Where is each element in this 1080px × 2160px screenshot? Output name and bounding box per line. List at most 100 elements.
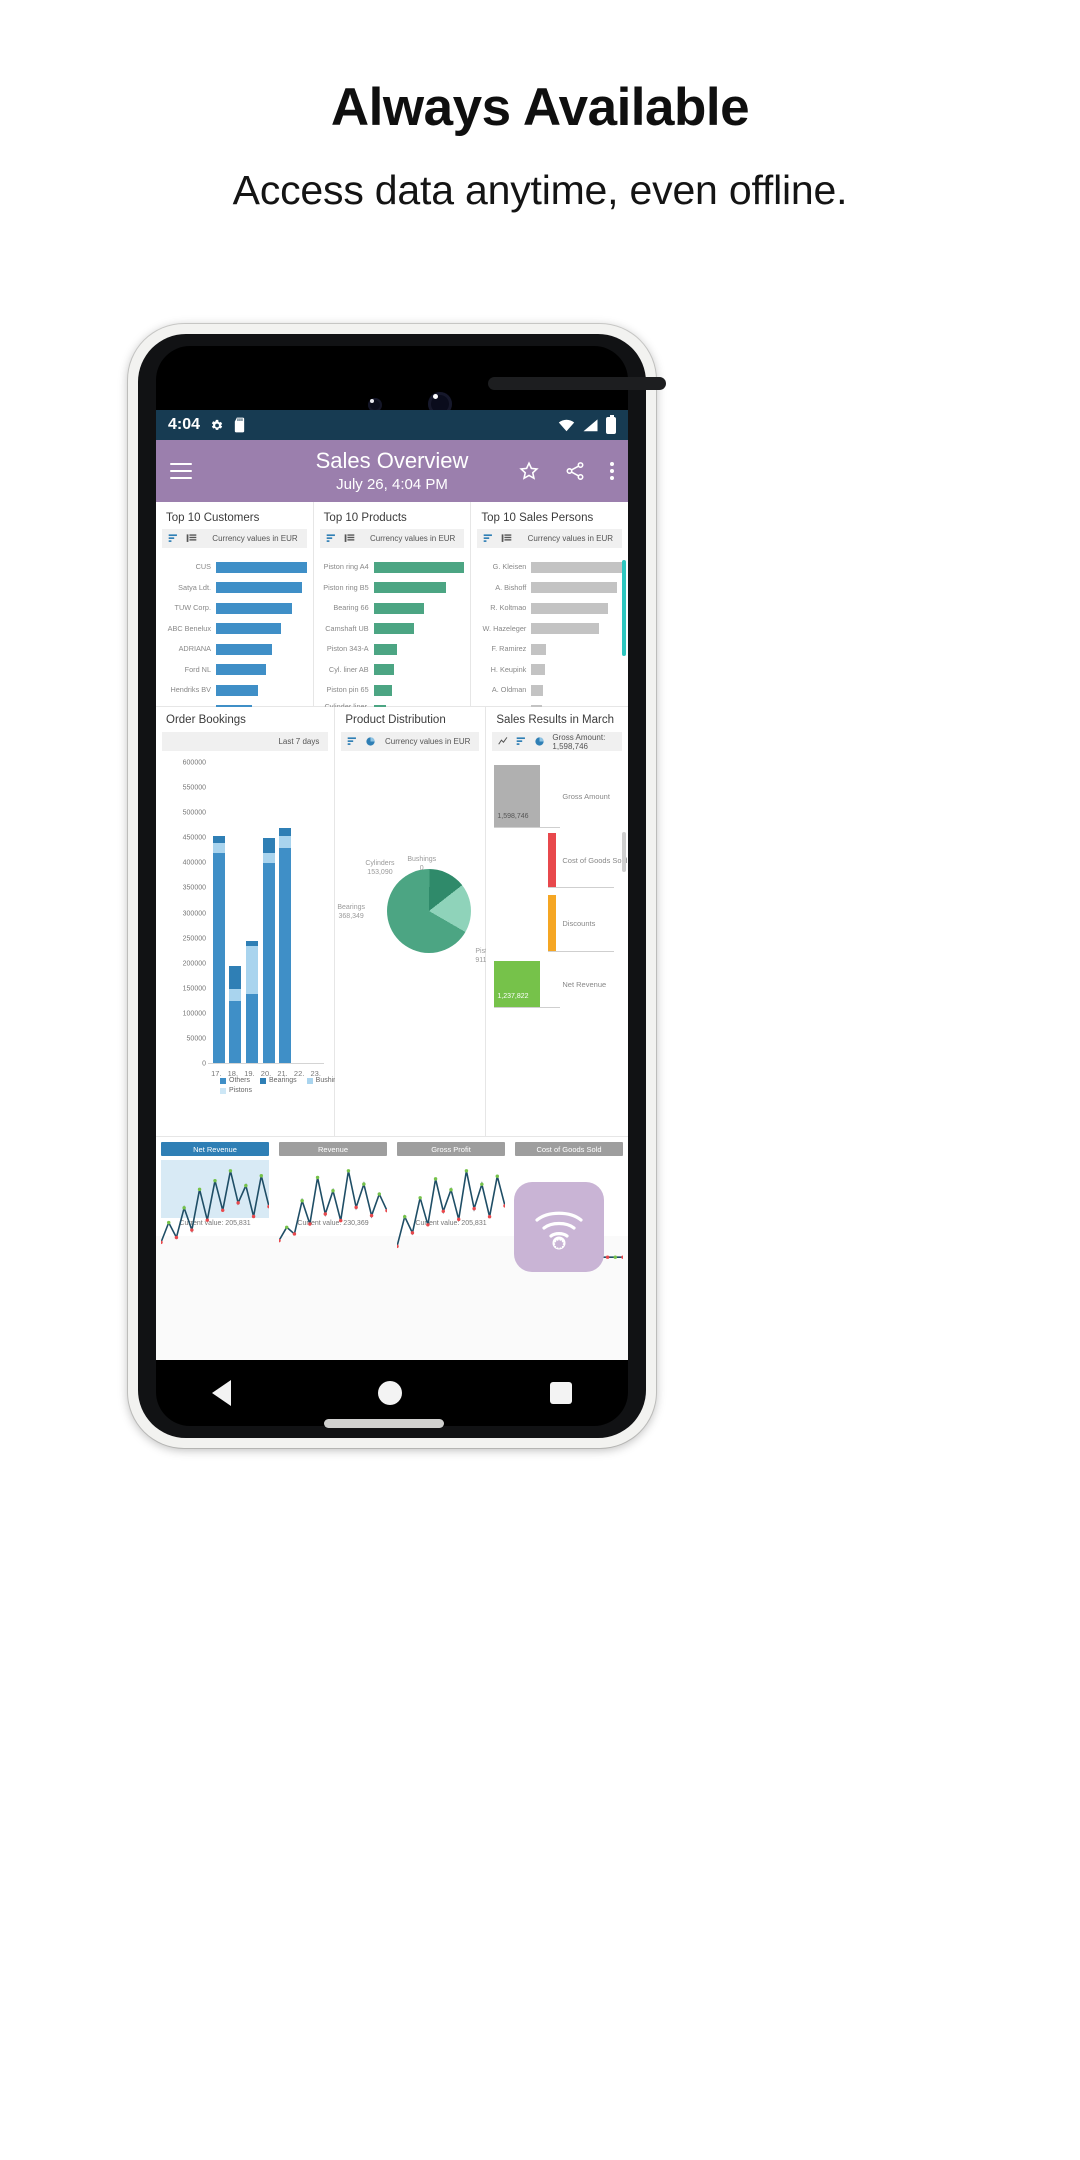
list-item[interactable]: Satya Ldt. — [160, 578, 307, 599]
waterfall-value: 1,237,822 — [497, 993, 529, 1000]
bar-group[interactable] — [229, 966, 242, 1064]
waterfall-label: Cost of Goods Sold — [562, 856, 628, 865]
bar-group[interactable] — [262, 838, 275, 1064]
list-item[interactable]: Bearing 66 — [318, 598, 465, 619]
bar-group[interactable] — [279, 828, 292, 1064]
sort-icon[interactable] — [326, 533, 337, 544]
card-toolbar[interactable]: Currency values in EUR — [319, 529, 465, 548]
pie-icon[interactable] — [534, 736, 545, 747]
pie-chart[interactable] — [387, 869, 472, 953]
list-item[interactable]: Piston ring A4 — [318, 557, 465, 578]
bar-segment — [246, 946, 259, 994]
list-item[interactable]: A. Bishoff — [475, 578, 622, 599]
bar-label: Piston 343-A — [326, 644, 369, 654]
bar — [373, 643, 398, 655]
kpi-tile[interactable]: Revenue Current value: 230,369 — [274, 1137, 392, 1243]
card-product-distribution[interactable]: Product Distribution Currency values in … — [335, 707, 500, 1136]
overflow-menu-icon[interactable] — [610, 459, 614, 483]
waterfall-bar[interactable] — [548, 833, 557, 887]
list-icon[interactable] — [501, 533, 512, 544]
bar-track — [373, 664, 465, 676]
scrollbar-teal[interactable] — [622, 560, 626, 656]
list-item[interactable]: A. Oldman — [475, 680, 622, 701]
bar-segment — [229, 1001, 242, 1064]
bar-group[interactable] — [246, 941, 259, 1064]
hamburger-menu-icon[interactable] — [170, 458, 192, 484]
legend-item[interactable]: Bearings — [260, 1077, 297, 1084]
card-title: Sales Results in March — [496, 714, 614, 726]
phone-top-bezel — [156, 346, 666, 416]
list-item[interactable]: TUW Corp. — [160, 598, 307, 619]
bar — [373, 623, 415, 635]
card-toolbar[interactable]: Gross Amount: 1,598,746 — [492, 732, 622, 751]
bar — [531, 664, 545, 676]
card-toolbar[interactable]: Currency values in EUR — [477, 529, 623, 548]
card-top-products[interactable]: Top 10 Products Currency values in EUR P… — [313, 502, 472, 758]
bar-label: Piston pin 65 — [326, 685, 369, 695]
card-toolbar[interactable]: Currency values in EUR — [162, 529, 307, 548]
bar-track — [531, 643, 622, 655]
kpi-tile[interactable]: Gross Profit Current value: 205,831 — [392, 1137, 510, 1249]
sort-icon[interactable] — [516, 736, 527, 747]
list-item[interactable]: Cyl. liner AB — [318, 660, 465, 681]
offline-badge — [514, 1182, 604, 1272]
list-item[interactable]: CUS — [160, 557, 307, 578]
list-item[interactable]: Hendriks BV — [160, 680, 307, 701]
sort-icon[interactable] — [168, 533, 179, 544]
list-item[interactable]: Piston pin 65 — [318, 680, 465, 701]
list-icon[interactable] — [344, 533, 355, 544]
sort-icon[interactable] — [347, 736, 358, 747]
pie-icon[interactable] — [365, 736, 376, 747]
card-sales-results[interactable]: Sales Results in March Gross Amount: 1,5… — [486, 707, 628, 1136]
list-item[interactable]: ABC Benelux — [160, 619, 307, 640]
list-item[interactable]: R. Koltmao — [475, 598, 622, 619]
bar — [531, 623, 600, 635]
y-axis-tick: 250000 — [182, 935, 206, 943]
list-item[interactable]: G. Kleisen — [475, 557, 623, 578]
bar-segment — [212, 843, 225, 854]
bar-track — [531, 664, 622, 676]
bar-label: Ford NL — [184, 664, 211, 674]
list-item[interactable]: W. Hazeleger — [475, 619, 622, 640]
bar — [216, 664, 266, 676]
waterfall-label: Gross Amount — [562, 792, 610, 801]
bar — [216, 643, 273, 655]
card-toolbar[interactable]: Last 7 days — [162, 732, 329, 751]
card-toolbar-note: Currency values in EUR — [369, 534, 456, 543]
bar-segment — [262, 863, 275, 1064]
list-item[interactable]: Piston ring B5 — [318, 578, 465, 599]
waterfall-bar[interactable] — [548, 895, 557, 951]
list-item[interactable]: H. Keupink — [475, 660, 622, 681]
bar — [531, 582, 618, 594]
list-icon[interactable] — [186, 533, 197, 544]
recents-button[interactable] — [550, 1382, 573, 1404]
bar-track — [531, 684, 622, 696]
back-button[interactable] — [211, 1380, 231, 1406]
star-icon[interactable] — [518, 460, 540, 482]
card-toolbar-note: Gross Amount: 1,598,746 — [552, 732, 606, 751]
home-button[interactable] — [378, 1381, 403, 1405]
list-item[interactable]: ADRIANA — [160, 639, 307, 660]
dashboard[interactable]: Top 10 Customers Currency values in EUR … — [156, 502, 628, 1360]
card-toolbar[interactable]: Currency values in EUR — [341, 732, 480, 751]
waterfall-bar[interactable] — [494, 961, 541, 1007]
legend-item[interactable]: Others — [220, 1077, 250, 1084]
list-item[interactable]: Piston 343-A — [318, 639, 465, 660]
y-axis-tick: 0 — [202, 1060, 206, 1068]
legend-item[interactable]: Pistons — [220, 1087, 252, 1094]
card-top-sales-persons[interactable]: Top 10 Sales Persons Currency values in … — [471, 502, 628, 758]
scrollbar-gray[interactable] — [622, 832, 626, 872]
sort-icon[interactable] — [483, 533, 494, 544]
list-item[interactable]: Ford NL — [160, 660, 307, 681]
card-top-customers[interactable]: Top 10 Customers Currency values in EUR … — [156, 502, 314, 758]
bar-group[interactable] — [212, 835, 225, 1064]
bar — [373, 684, 392, 696]
card-order-bookings[interactable]: Order Bookings Last 7 days 0 50000 100000 1… — [156, 707, 344, 1136]
kpi-tile[interactable]: Net Revenue Current value: 205,831 — [156, 1137, 274, 1245]
y-axis-tick: 600000 — [182, 759, 206, 767]
share-icon[interactable] — [564, 460, 586, 482]
list-item[interactable]: Camshaft UB — [318, 619, 465, 640]
list-item[interactable]: F. Ramirez — [475, 639, 622, 660]
y-axis-tick: 500000 — [182, 809, 206, 817]
trend-icon[interactable] — [498, 736, 509, 747]
